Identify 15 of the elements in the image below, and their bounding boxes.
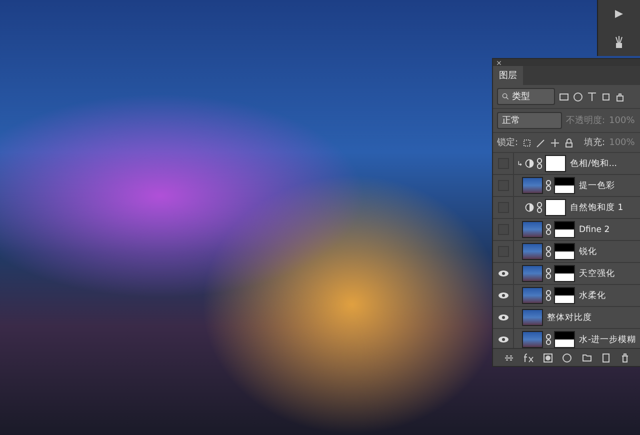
layer-name[interactable]: Dfine 2 (579, 224, 610, 234)
layer-name[interactable]: 水-进一步模糊 (579, 334, 636, 346)
layer-name[interactable]: 提一色彩 (579, 180, 615, 192)
lock-label: 锁定: (497, 136, 518, 149)
blend-mode-select[interactable]: 正常 (497, 112, 562, 129)
layer-name[interactable]: 天空强化 (579, 268, 615, 280)
panel-tab[interactable]: 图层 (493, 66, 523, 85)
layer-name[interactable]: 色相/饱和... (570, 158, 617, 170)
fill-label: 填充: (584, 136, 606, 149)
filter-select[interactable]: 类型 (497, 88, 555, 105)
layer-name[interactable]: 整体对比度 (547, 312, 592, 324)
layer-name[interactable]: 水柔化 (579, 290, 606, 302)
opacity-label: 不透明度: (566, 114, 606, 127)
layer-name[interactable]: 锐化 (579, 246, 597, 258)
layer-name[interactable]: 自然饱和度 1 (570, 202, 624, 214)
